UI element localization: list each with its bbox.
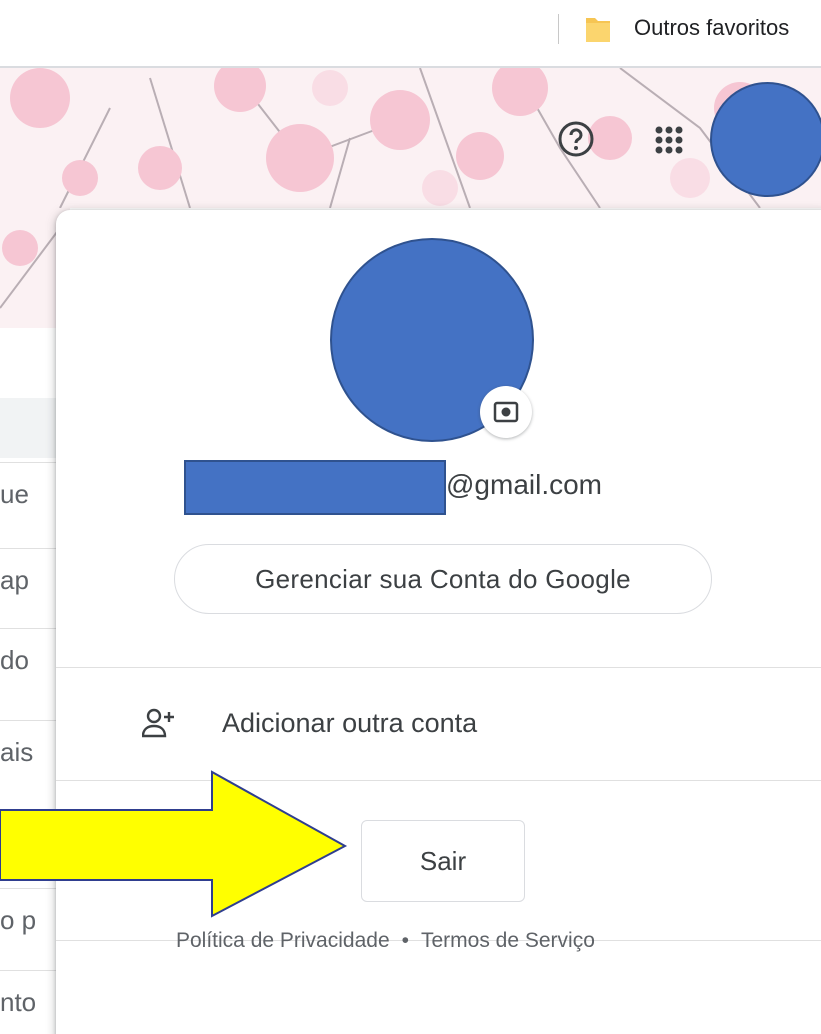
screenshot-root: Outros favoritos ue ap do ais o p nto @g… <box>0 0 821 1034</box>
person-add-icon <box>142 708 174 738</box>
privacy-policy-link[interactable]: Política de Privacidade <box>176 929 390 952</box>
camera-icon <box>493 401 519 423</box>
other-bookmarks-label[interactable]: Outros favoritos <box>634 15 789 41</box>
email-redaction <box>184 460 446 515</box>
manage-account-button[interactable]: Gerenciar sua Conta do Google <box>174 544 712 614</box>
arrow-annotation <box>0 770 348 918</box>
apps-grid-icon[interactable] <box>651 122 687 158</box>
bookmarks-separator <box>558 14 559 44</box>
account-email: @gmail.com <box>446 469 603 500</box>
sign-out-button[interactable]: Sair <box>361 820 525 902</box>
add-account-label: Adicionar outra conta <box>222 708 478 738</box>
help-icon[interactable] <box>556 119 596 159</box>
folder-icon[interactable] <box>584 14 612 44</box>
gmail-header <box>0 68 821 208</box>
change-photo-button[interactable] <box>480 386 532 438</box>
add-account-item[interactable]: Adicionar outra conta <box>56 668 821 780</box>
floral-theme-background <box>10 68 766 208</box>
popup-footer: Política de Privacidade • Termos de Serviç… <box>176 929 595 953</box>
terms-of-service-link[interactable]: Termos de Serviço <box>421 929 595 952</box>
account-avatar[interactable] <box>710 82 821 197</box>
bookmarks-bar: Outros favoritos <box>0 0 821 68</box>
footer-separator: • <box>401 929 409 952</box>
